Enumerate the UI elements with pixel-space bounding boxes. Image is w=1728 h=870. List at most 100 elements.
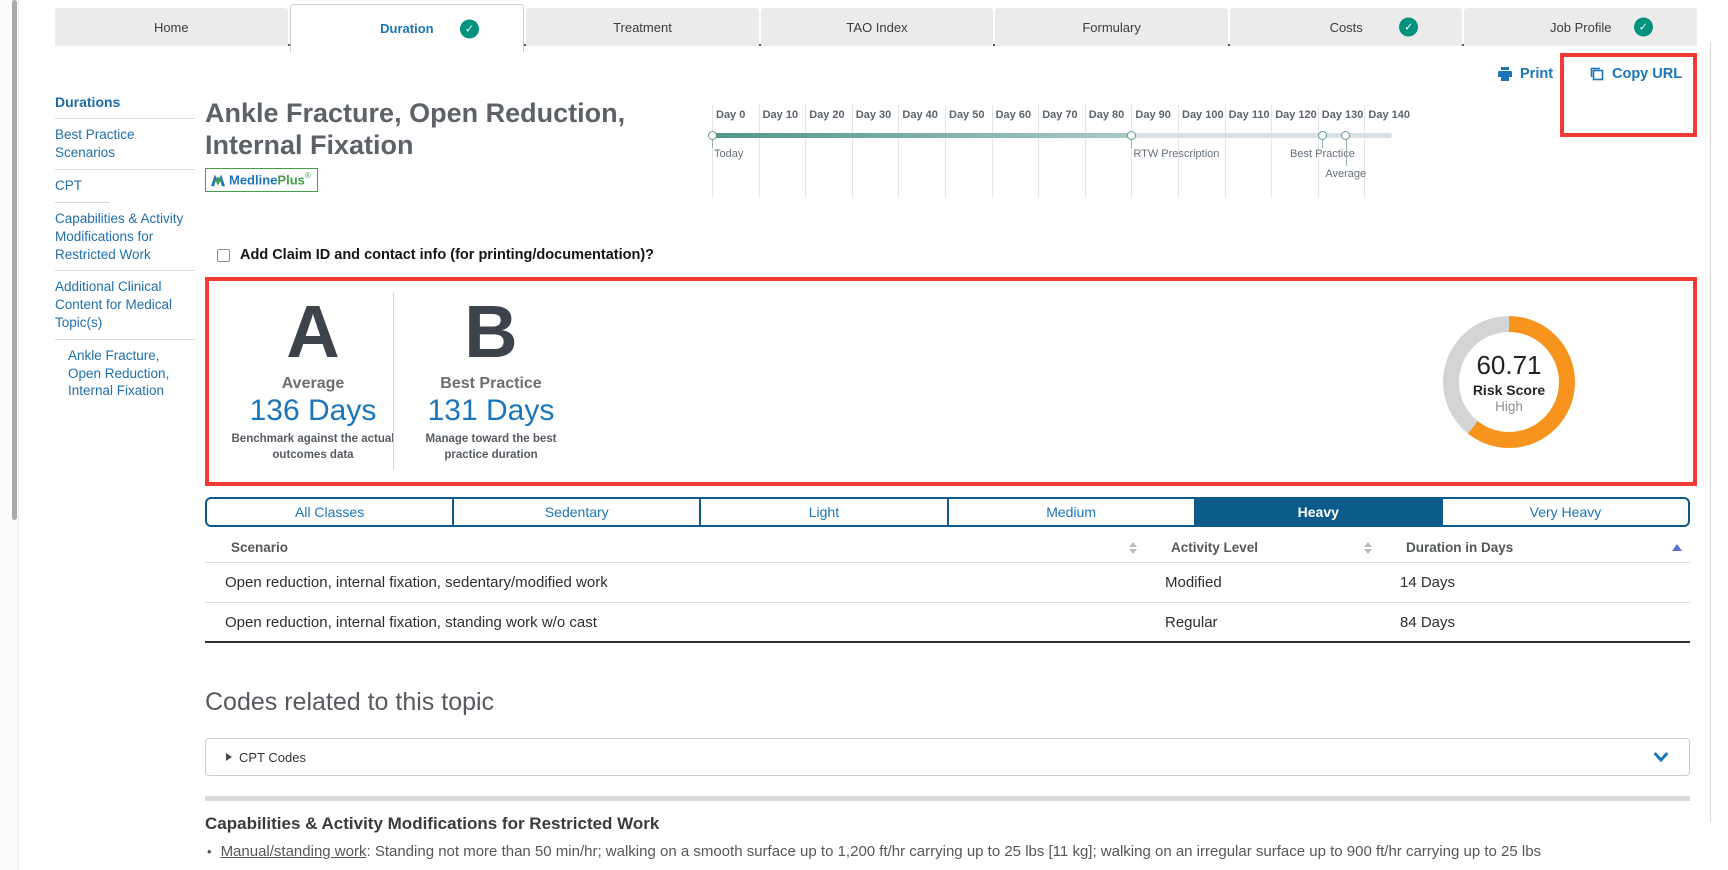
- duration-timeline: Day 0Day 10Day 20Day 30Day 40Day 50Day 6…: [712, 104, 1412, 204]
- work-class-tab-heavy[interactable]: Heavy: [1195, 497, 1442, 527]
- print-button[interactable]: Print: [1497, 66, 1553, 82]
- sidebar-item[interactable]: Additional Clinical Content for Medical …: [55, 271, 195, 338]
- risk-score-level: High: [1495, 399, 1523, 414]
- section-divider: [205, 796, 1690, 801]
- timeline-gridline: [759, 105, 760, 198]
- timeline-day-label: Day 50: [949, 109, 984, 121]
- check-circle-icon: ✓: [1399, 18, 1418, 37]
- right-edge-divider: [1710, 42, 1711, 822]
- cell-duration: 84 Days: [1380, 614, 1690, 631]
- work-class-tab-sedentary[interactable]: Sedentary: [453, 497, 700, 527]
- column-label: Duration in Days: [1406, 540, 1513, 555]
- timeline-marker-dot: [1127, 131, 1136, 140]
- claim-info-checkbox[interactable]: [217, 249, 230, 262]
- timeline-day-label: Day 70: [1042, 109, 1077, 121]
- work-class-tab-light[interactable]: Light: [700, 497, 947, 527]
- cpt-codes-accordion[interactable]: CPT Codes: [205, 738, 1690, 776]
- timeline-day-label: Day 20: [809, 109, 844, 121]
- top-tab-duration[interactable]: Duration ✓: [290, 4, 525, 52]
- cell-activity-level: Regular: [1145, 614, 1380, 631]
- manual-standing-work-link[interactable]: Manual/standing work: [221, 843, 367, 860]
- top-tab-label: Duration: [380, 21, 433, 36]
- timeline-gridline: [1225, 105, 1226, 198]
- card-duration: 136 Days: [227, 394, 399, 428]
- timeline-gridline: [1085, 105, 1086, 198]
- top-tab-treatment[interactable]: Treatment: [526, 8, 759, 46]
- top-tab-bar: Home Duration ✓ Treatment TAO Index Form…: [55, 8, 1697, 46]
- timeline-day-label: Day 120: [1275, 109, 1317, 121]
- timeline-gridline: [1038, 105, 1039, 198]
- risk-score-value: 60.71: [1476, 350, 1541, 381]
- card-name: Average: [227, 375, 399, 393]
- sidebar-item[interactable]: Durations: [55, 86, 195, 118]
- work-class-tab-all-classes[interactable]: All Classes: [205, 497, 453, 527]
- table-row[interactable]: Open reduction, internal fixation, stand…: [205, 603, 1690, 643]
- work-class-tab-very-heavy[interactable]: Very Heavy: [1442, 497, 1690, 527]
- column-header-scenario[interactable]: Scenario: [205, 540, 1145, 555]
- grade-letter-a: A: [227, 293, 399, 371]
- card-description: Benchmark against the actual outcomes da…: [227, 431, 399, 464]
- check-circle-icon: ✓: [460, 19, 479, 38]
- left-scrollbar-handle[interactable]: [12, 0, 17, 520]
- cell-scenario: Open reduction, internal fixation, stand…: [205, 614, 1145, 631]
- card-divider: [393, 293, 394, 470]
- chevron-down-icon[interactable]: [1653, 749, 1669, 765]
- print-label: Print: [1520, 66, 1553, 82]
- copy-url-button[interactable]: Copy URL: [1589, 66, 1682, 82]
- column-header-activity-level[interactable]: Activity Level: [1145, 540, 1380, 555]
- table-row[interactable]: Open reduction, internal fixation, seden…: [205, 563, 1690, 603]
- work-class-filter-tabs: All ClassesSedentaryLightMediumHeavyVery…: [205, 497, 1690, 527]
- grade-letter-b: B: [405, 293, 577, 371]
- top-tab-label: Costs: [1330, 20, 1363, 35]
- sidebar-item[interactable]: Best Practice Scenarios: [55, 119, 195, 169]
- column-label: Scenario: [231, 540, 288, 555]
- medlineplus-text: MedlinePlus®: [229, 171, 311, 189]
- top-tab-costs[interactable]: Costs ✓: [1230, 8, 1463, 46]
- timeline-gridline: [805, 105, 806, 198]
- timeline-day-label: Day 140: [1368, 109, 1410, 121]
- scenario-table-header: Scenario Activity Level Duration in Days: [205, 533, 1690, 563]
- timeline-day-label: Day 40: [902, 109, 937, 121]
- top-tab-job-profile[interactable]: Job Profile ✓: [1464, 8, 1697, 46]
- cell-duration: 14 Days: [1380, 574, 1690, 591]
- timeline-marker-label: Average: [1325, 168, 1366, 180]
- card-name: Best Practice: [405, 375, 577, 393]
- timeline-marker-dot: [708, 131, 717, 140]
- sidebar-item[interactable]: Ankle Fracture, Open Reduction, Internal…: [55, 340, 195, 407]
- column-header-duration[interactable]: Duration in Days: [1380, 540, 1690, 555]
- capabilities-heading: Capabilities & Activity Modifications fo…: [205, 814, 659, 834]
- column-label: Activity Level: [1171, 540, 1258, 555]
- top-tab-formulary[interactable]: Formulary: [995, 8, 1228, 46]
- medlineplus-logo-icon: [210, 173, 226, 187]
- timeline-gridline: [1271, 105, 1272, 198]
- cpt-codes-accordion-label: CPT Codes: [226, 750, 306, 765]
- average-duration-card: A Average 136 Days Benchmark against the…: [227, 293, 399, 464]
- timeline-gridline: [1364, 105, 1365, 198]
- timeline-marker-dot: [1341, 131, 1350, 140]
- timeline-day-label: Day 10: [763, 109, 798, 121]
- codes-section-heading: Codes related to this topic: [205, 688, 494, 717]
- top-tab-label: Treatment: [613, 20, 672, 35]
- sidebar-item[interactable]: Capabilities & Activity Modifications fo…: [55, 203, 195, 270]
- timeline-marker-dot: [1318, 131, 1327, 140]
- work-class-tab-medium[interactable]: Medium: [948, 497, 1195, 527]
- risk-gauge-text: 60.71 Risk Score High: [1443, 316, 1575, 448]
- card-description: Manage toward the best practice duration: [405, 431, 577, 464]
- top-tab-label: Home: [154, 20, 189, 35]
- timeline-elapsed-segment: [712, 133, 1131, 138]
- top-tab-tao-index[interactable]: TAO Index: [761, 8, 994, 46]
- claim-info-label: Add Claim ID and contact info (for print…: [240, 247, 654, 263]
- timeline-future-segment: [1131, 133, 1392, 138]
- printer-icon: [1497, 66, 1513, 82]
- cell-scenario: Open reduction, internal fixation, seden…: [205, 574, 1145, 591]
- timeline-day-label: Day 90: [1135, 109, 1170, 121]
- top-tab-home[interactable]: Home: [55, 8, 288, 46]
- risk-score-label: Risk Score: [1473, 382, 1545, 398]
- sidebar-item[interactable]: CPT: [55, 170, 195, 202]
- timeline-day-label: Day 30: [856, 109, 891, 121]
- triangle-right-icon: [226, 753, 232, 761]
- accordion-label-text: CPT Codes: [239, 750, 306, 765]
- timeline-marker-stem: [712, 140, 713, 148]
- medlineplus-badge[interactable]: MedlinePlus®: [205, 168, 318, 192]
- timeline-gridline: [898, 105, 899, 198]
